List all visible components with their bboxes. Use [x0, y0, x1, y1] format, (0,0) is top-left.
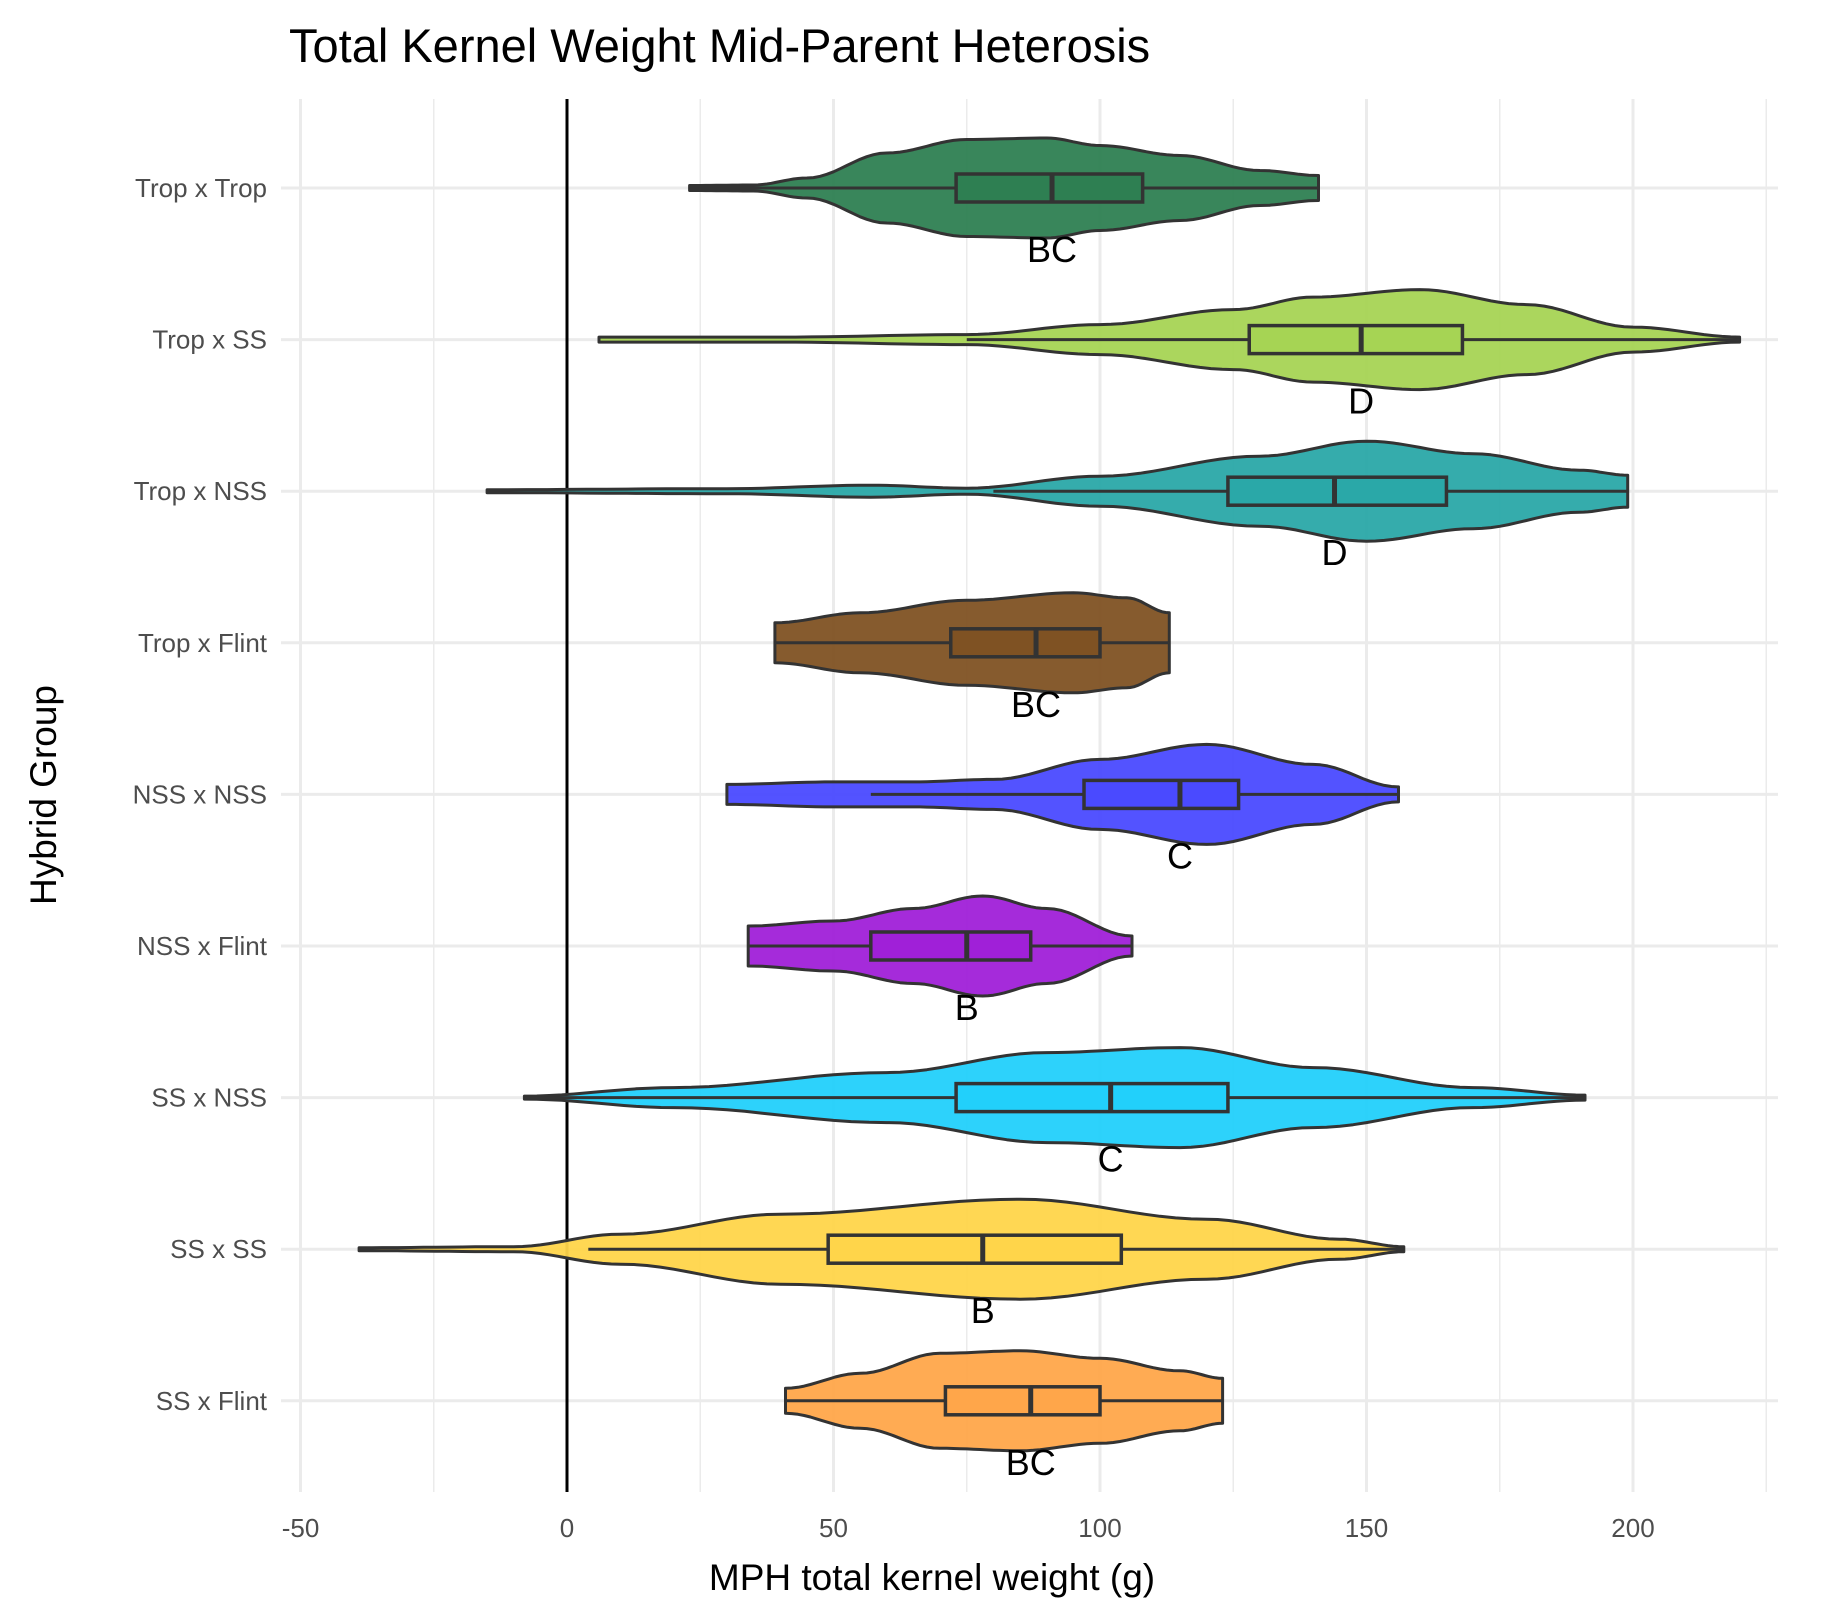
- chart-title: Total Kernel Weight Mid-Parent Heterosis: [289, 19, 1150, 72]
- violin-group: D: [485, 439, 1630, 573]
- violin-chart: Total Kernel Weight Mid-Parent Heterosis…: [23, 19, 1778, 1598]
- violin-group: D: [597, 288, 1742, 422]
- violin-group: BC: [688, 136, 1320, 270]
- significance-letter: C: [1167, 835, 1193, 876]
- box-iqr: [943, 1385, 1102, 1417]
- y-tick-label: SS x NSS: [151, 1083, 267, 1113]
- x-tick-label: 100: [1078, 1513, 1121, 1543]
- significance-letter: BC: [1011, 684, 1061, 725]
- y-tick-label: SS x Flint: [156, 1386, 268, 1416]
- violin-group: C: [522, 1046, 1587, 1180]
- x-axis-ticks: -50 0 50 100 150 200: [282, 1513, 1655, 1543]
- x-tick-label: 150: [1345, 1513, 1388, 1543]
- x-tick-label: 200: [1611, 1513, 1654, 1543]
- significance-letter: D: [1322, 532, 1348, 573]
- y-tick-label: Trop x NSS: [134, 476, 267, 506]
- box-iqr: [1082, 778, 1241, 811]
- significance-letter: C: [1098, 1139, 1124, 1180]
- box-iqr: [949, 627, 1102, 659]
- violin-group: B: [746, 894, 1134, 1028]
- box-iqr: [869, 930, 1033, 962]
- x-tick-label: 50: [819, 1513, 848, 1543]
- y-axis-ticks: Trop x Trop Trop x SS Trop x NSS Trop x Fli…: [133, 173, 268, 1416]
- box-iqr: [1247, 323, 1465, 356]
- x-axis-title: MPH total kernel weight (g): [709, 1557, 1155, 1598]
- x-tick-label: 0: [560, 1513, 574, 1543]
- violin-group: BC: [784, 1349, 1225, 1483]
- violin-group: C: [725, 742, 1400, 876]
- y-tick-label: Trop x Trop: [135, 173, 267, 203]
- box-iqr: [1226, 475, 1449, 507]
- box-iqr: [826, 1233, 1124, 1265]
- y-tick-label: SS x SS: [170, 1234, 267, 1264]
- significance-letter: B: [971, 1290, 995, 1331]
- y-tick-label: Trop x Flint: [138, 628, 268, 658]
- y-axis-title: Hybrid Group: [23, 685, 64, 905]
- y-tick-label: NSS x NSS: [133, 779, 267, 809]
- box-iqr: [954, 1081, 1230, 1114]
- violin-group: B: [357, 1197, 1406, 1331]
- box-iqr: [954, 172, 1145, 204]
- significance-letter: B: [955, 987, 979, 1028]
- x-tick-label: -50: [282, 1513, 320, 1543]
- y-tick-label: NSS x Flint: [137, 931, 268, 961]
- significance-letter: D: [1348, 381, 1374, 422]
- y-tick-label: Trop x SS: [152, 325, 267, 355]
- significance-letter: BC: [1027, 229, 1077, 270]
- significance-letter: BC: [1006, 1442, 1056, 1483]
